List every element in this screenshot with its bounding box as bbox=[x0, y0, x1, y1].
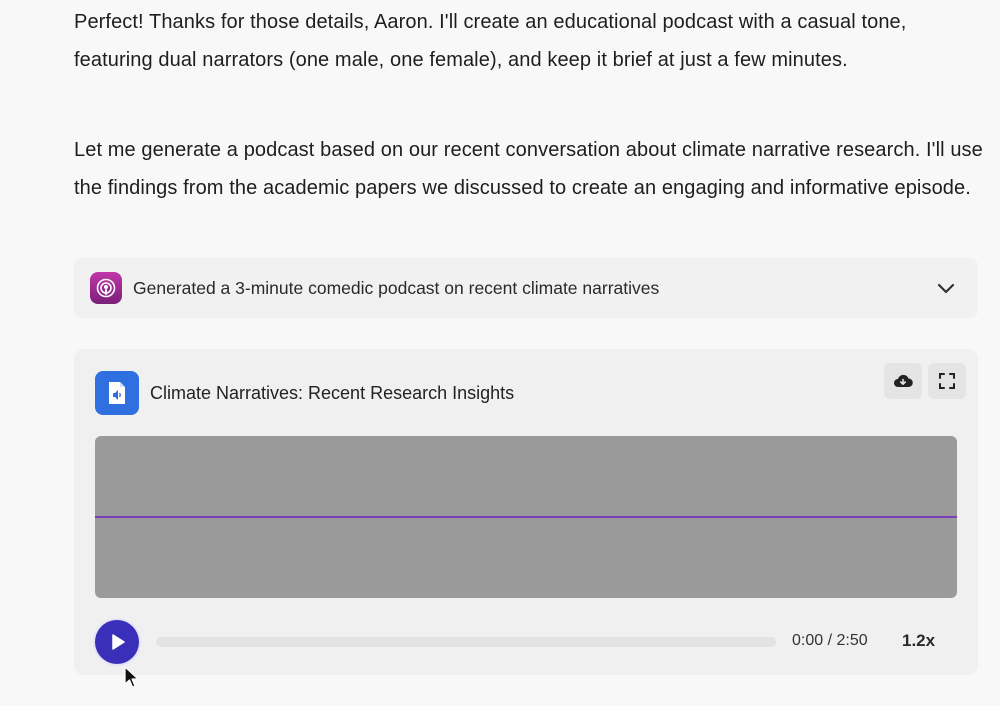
time-readout: 0:00 / 2:50 bbox=[792, 632, 868, 649]
podcast-player: Climate Narratives: Recent Research Insi… bbox=[74, 349, 978, 675]
chevron-down-icon[interactable] bbox=[934, 276, 958, 300]
play-button[interactable] bbox=[95, 620, 139, 664]
fullscreen-button[interactable] bbox=[928, 363, 966, 399]
audio-file-icon bbox=[95, 371, 139, 415]
play-icon bbox=[112, 634, 125, 650]
chat-page: Perfect! Thanks for those details, Aaron… bbox=[0, 0, 1000, 706]
fullscreen-icon bbox=[939, 373, 955, 389]
podcast-title: Climate Narratives: Recent Research Insi… bbox=[150, 383, 515, 403]
waveform-line bbox=[95, 516, 957, 518]
assistant-message-paragraph: Perfect! Thanks for those details, Aaron… bbox=[74, 11, 907, 71]
tool-result-row[interactable]: Generated a 3-minute comedic podcast on … bbox=[74, 258, 978, 318]
tool-result-label: Generated a 3-minute comedic podcast on … bbox=[133, 278, 660, 298]
cloud-download-icon bbox=[894, 374, 913, 387]
waveform-display[interactable] bbox=[95, 436, 957, 598]
progress-bar[interactable] bbox=[156, 637, 776, 647]
podcast-icon bbox=[90, 272, 122, 304]
playback-speed-button[interactable]: 1.2x bbox=[902, 631, 935, 651]
download-button[interactable] bbox=[884, 363, 922, 399]
assistant-message-paragraph: Let me generate a podcast based on our r… bbox=[74, 139, 983, 199]
